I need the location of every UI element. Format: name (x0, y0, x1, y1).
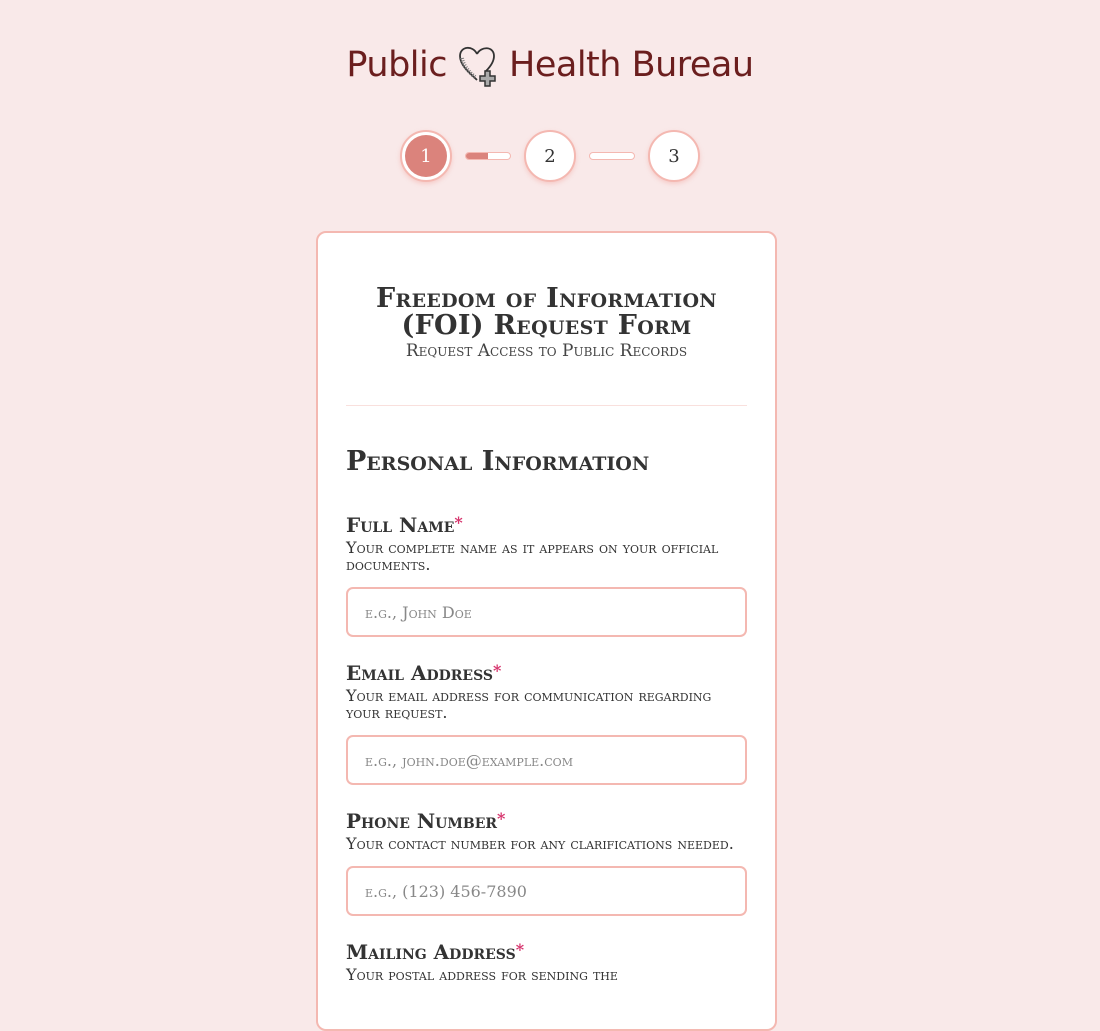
mailing-address-label: Mailing Address* (346, 940, 525, 964)
email-address-label: Email Address* (346, 661, 502, 685)
field-mailing-address: Mailing Address* Your postal address for… (346, 940, 747, 983)
step-1-label: 1 (405, 135, 447, 177)
required-mark: * (492, 661, 502, 680)
step-connector-2 (589, 152, 635, 160)
heart-medical-cross-icon (459, 46, 496, 87)
step-1[interactable]: 1 (400, 130, 452, 182)
progress-stepper: 1 2 3 (0, 130, 1100, 182)
divider (346, 405, 747, 406)
mailing-address-hint: Your postal address for sending the (346, 965, 618, 984)
section-title-personal-information: Personal Information (346, 446, 650, 477)
phone-number-label: Phone Number* (346, 809, 506, 833)
email-address-hint: Your email address for communication reg… (346, 686, 712, 722)
field-phone-number: Phone Number* Your contact number for an… (346, 809, 747, 916)
step-2[interactable]: 2 (524, 130, 576, 182)
step-2-label: 2 (544, 145, 556, 167)
brand-name-left: Public (346, 45, 448, 85)
step-connector-1 (465, 152, 511, 160)
step-3[interactable]: 3 (648, 130, 700, 182)
field-full-name: Full Name* Your complete name as it appe… (346, 513, 747, 637)
field-email-address: Email Address* Your email address for co… (346, 661, 747, 785)
required-mark: * (454, 513, 463, 532)
step-3-label: 3 (668, 145, 680, 167)
site-header: Public Health Bureau (0, 42, 1100, 88)
full-name-label: Full Name* (346, 513, 463, 537)
form-subtitle: Request Access to Public Records (405, 341, 688, 361)
email-address-input[interactable] (346, 735, 747, 785)
required-mark: * (515, 940, 525, 959)
foi-form-card: Freedom of Information (FOI) Request For… (316, 231, 777, 1031)
form-title: Freedom of Information (FOI) Request For… (376, 283, 717, 341)
brand-name-right: Health Bureau (509, 45, 754, 85)
full-name-input[interactable] (346, 587, 747, 637)
phone-number-input[interactable] (346, 866, 747, 916)
phone-number-hint: Your contact number for any clarificatio… (346, 834, 734, 853)
connector-1-fill (466, 153, 488, 159)
full-name-hint: Your complete name as it appears on your… (346, 538, 719, 574)
required-mark: * (497, 809, 506, 828)
